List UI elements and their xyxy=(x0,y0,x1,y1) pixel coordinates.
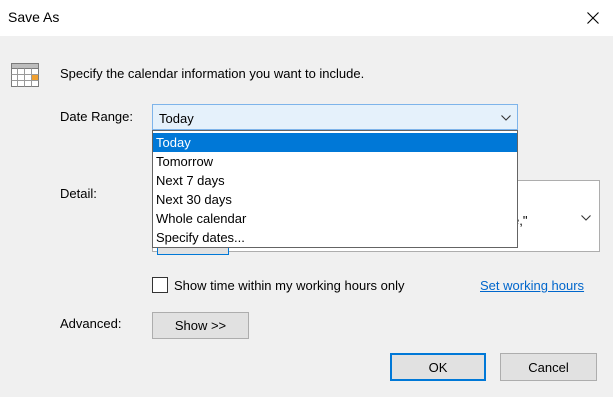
cancel-button[interactable]: Cancel xyxy=(500,353,597,381)
advanced-label: Advanced: xyxy=(60,316,122,331)
date-range-options-list: Today Tomorrow Next 7 days Next 30 days … xyxy=(152,130,518,248)
close-icon xyxy=(587,12,599,24)
cancel-label: Cancel xyxy=(528,359,569,375)
dropdown-option-next-7-days[interactable]: Next 7 days xyxy=(153,171,517,190)
working-hours-checkbox[interactable] xyxy=(152,277,168,293)
show-advanced-button[interactable]: Show >> xyxy=(152,312,249,339)
calendar-icon xyxy=(11,63,39,87)
dropdown-option-specify-dates[interactable]: Specify dates... xyxy=(153,228,517,247)
set-working-hours-link[interactable]: Set working hours xyxy=(480,278,584,293)
detail-label: Detail: xyxy=(60,186,97,201)
window-title: Save As xyxy=(8,9,60,25)
intro-text: Specify the calendar information you wan… xyxy=(60,66,365,81)
dropdown-option-today[interactable]: Today xyxy=(153,133,517,152)
ok-label: OK xyxy=(428,359,448,375)
ok-button[interactable]: OK xyxy=(390,353,486,381)
chevron-down-icon xyxy=(581,215,591,221)
working-hours-label[interactable]: Show time within my working hours only xyxy=(174,278,404,293)
close-button[interactable] xyxy=(573,0,613,36)
show-advanced-label: Show >> xyxy=(174,318,227,333)
dropdown-option-whole-calendar[interactable]: Whole calendar xyxy=(153,209,517,228)
dropdown-option-tomorrow[interactable]: Tomorrow xyxy=(153,152,517,171)
date-range-label: Date Range: xyxy=(60,109,133,124)
date-range-selected: Today xyxy=(159,111,194,126)
dropdown-option-next-30-days[interactable]: Next 30 days xyxy=(153,190,517,209)
chevron-down-icon xyxy=(501,115,511,121)
title-bar: Save As xyxy=(0,0,613,36)
date-range-dropdown[interactable]: Today xyxy=(152,104,518,130)
